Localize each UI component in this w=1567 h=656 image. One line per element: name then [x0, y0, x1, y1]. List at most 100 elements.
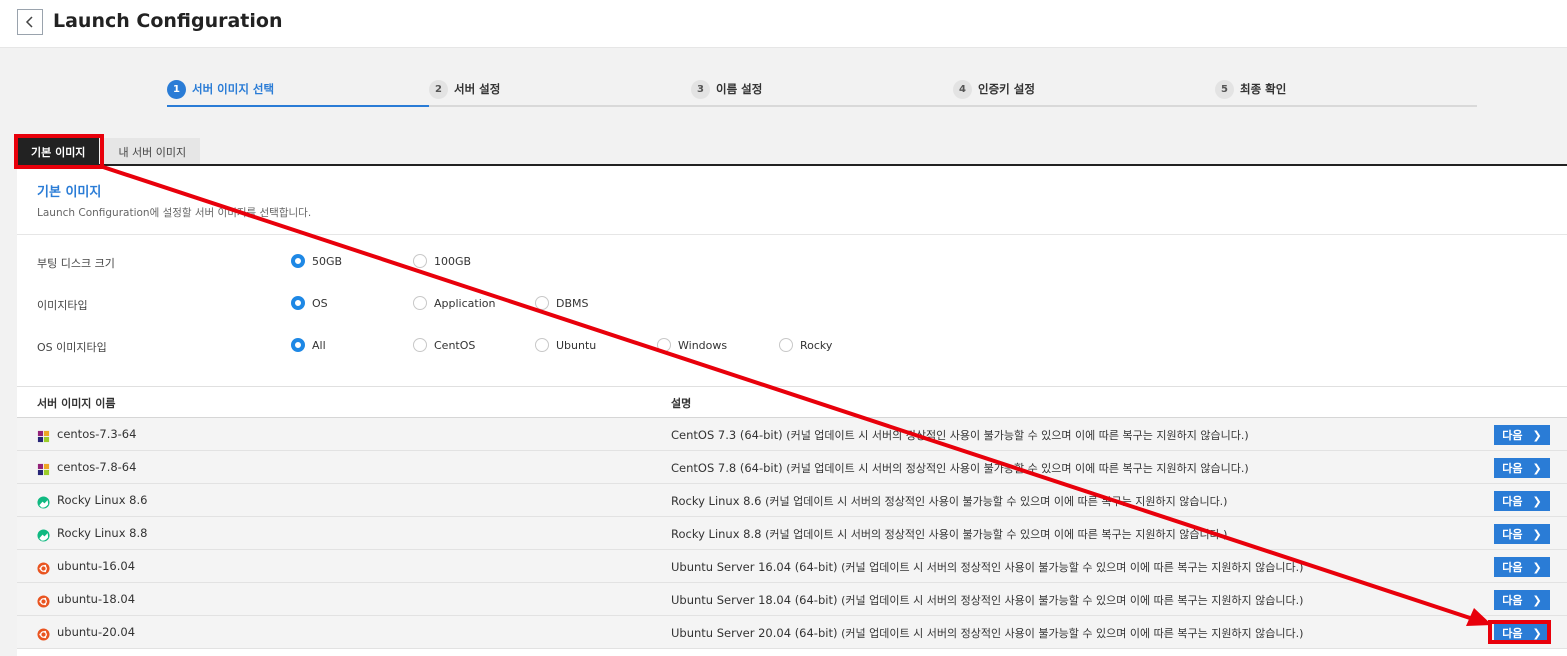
image-description: Rocky Linux 8.6 (커널 업데이트 시 서버의 정상적인 사용이 … [671, 493, 1227, 509]
next-button-label: 다음 [1502, 462, 1523, 475]
step-label: 이름 설정 [716, 82, 763, 96]
image-description: Rocky Linux 8.8 (커널 업데이트 시 서버의 정상적인 사용이 … [671, 526, 1227, 542]
image-description: CentOS 7.8 (64-bit) (커널 업데이트 시 서버의 정상적인 … [671, 460, 1249, 476]
radio-label: All [312, 338, 326, 352]
next-button[interactable]: 다음 ❯ [1494, 557, 1550, 577]
image-name: ubuntu-16.04 [57, 559, 136, 573]
centos-icon [37, 428, 50, 443]
radio-indicator [413, 296, 427, 310]
image-description-note: (커널 업데이트 시 서버의 정상적인 사용이 불가능할 수 있으며 이에 따른… [841, 594, 1304, 607]
radio-rocky[interactable]: Rocky [779, 338, 832, 352]
step-3[interactable]: 3 이름 설정 [691, 78, 762, 100]
next-button[interactable]: 다음 ❯ [1494, 425, 1550, 445]
radio-os[interactable]: OS [291, 296, 328, 310]
radio-all[interactable]: All [291, 338, 326, 352]
step-number: 1 [167, 79, 186, 99]
radio-label: DBMS [556, 296, 589, 310]
image-description-note: (커널 업데이트 시 서버의 정상적인 사용이 불가능할 수 있으며 이에 따른… [841, 561, 1304, 574]
radio-label: Application [434, 296, 496, 310]
chevron-left-icon [25, 16, 33, 28]
step-label: 인증키 설정 [978, 82, 1035, 96]
image-panel: 기본 이미지 Launch Configuration에 설정할 서버 이미지를… [17, 166, 1567, 656]
table-row: Rocky Linux 8.6 Rocky Linux 8.6 (커널 업데이트 … [17, 484, 1567, 517]
image-type-row: 이미지타입 OS Application DBMS [17, 294, 1567, 314]
step-label: 최종 확인 [1240, 82, 1287, 96]
radio-application[interactable]: Application [413, 296, 495, 310]
radio-label: Rocky [800, 338, 833, 352]
radio-windows[interactable]: Windows [657, 338, 727, 352]
image-description-note: (커널 업데이트 시 서버의 정상적인 사용이 불가능할 수 있으며 이에 따른… [841, 627, 1304, 640]
chevron-right-icon: ❯ [1532, 428, 1542, 442]
page-header: Launch Configuration [0, 0, 1567, 48]
next-button[interactable]: 다음 ❯ [1494, 590, 1550, 610]
radio-label: Windows [678, 338, 728, 352]
radio-100gb[interactable]: 100GB [413, 254, 471, 268]
table-row: ubuntu-16.04 Ubuntu Server 16.04 (64-bit)… [17, 550, 1567, 583]
image-description-main: Ubuntu Server 16.04 (64-bit) [671, 560, 838, 574]
chevron-right-icon: ❯ [1532, 593, 1542, 607]
radio-ubuntu[interactable]: Ubuntu [535, 338, 596, 352]
radio-indicator [413, 254, 427, 268]
radio-centos[interactable]: CentOS [413, 338, 475, 352]
centos-icon [37, 461, 50, 476]
image-description: Ubuntu Server 16.04 (64-bit) (커널 업데이트 시 … [671, 559, 1303, 575]
image-description: Ubuntu Server 20.04 (64-bit) (커널 업데이트 시 … [671, 625, 1303, 641]
chevron-right-icon: ❯ [1532, 461, 1542, 475]
next-button[interactable]: 다음 ❯ [1494, 491, 1550, 511]
image-description-note: (커널 업데이트 시 서버의 정상적인 사용이 불가능할 수 있으며 이에 따른… [786, 429, 1249, 442]
image-description-note: (커널 업데이트 시 서버의 정상적인 사용이 불가능할 수 있으며 이에 따른… [765, 495, 1228, 508]
image-description-note: (커널 업데이트 시 서버의 정상적인 사용이 불가능할 수 있으며 이에 따른… [786, 462, 1249, 475]
table-row: centos-7.8-64 CentOS 7.8 (64-bit) (커널 업데이… [17, 451, 1567, 484]
image-tabs: 기본 이미지 내 서버 이미지 [17, 138, 205, 165]
next-button[interactable]: 다음 ❯ [1494, 524, 1550, 544]
image-description-main: Ubuntu Server 18.04 (64-bit) [671, 593, 838, 607]
radio-label: OS [312, 296, 328, 310]
os-image-type-row: OS 이미지타입 All CentOS Ubuntu Windows Rocky [17, 336, 1567, 356]
next-button-label: 다음 [1502, 495, 1523, 508]
next-button[interactable]: 다음 ❯ [1494, 623, 1550, 643]
section-description: Launch Configuration에 설정할 서버 이미지를 선택합니다. [37, 207, 312, 219]
radio-label: Ubuntu [556, 338, 597, 352]
next-button-label: 다음 [1502, 627, 1523, 640]
os-image-type-label: OS 이미지타입 [37, 341, 107, 354]
tab-my-server-image[interactable]: 내 서버 이미지 [104, 138, 201, 165]
step-1[interactable]: 1 서버 이미지 선택 [167, 78, 274, 100]
next-button-label: 다음 [1502, 528, 1523, 541]
chevron-right-icon: ❯ [1532, 560, 1542, 574]
tab-default-image[interactable]: 기본 이미지 [17, 138, 100, 165]
step-5[interactable]: 5 최종 확인 [1215, 78, 1286, 100]
rocky-icon [37, 494, 50, 509]
ubuntu-icon [37, 560, 50, 575]
next-button-label: 다음 [1502, 594, 1523, 607]
image-description: CentOS 7.3 (64-bit) (커널 업데이트 시 서버의 정상적인 … [671, 427, 1249, 443]
chevron-right-icon: ❯ [1532, 626, 1542, 640]
image-name: ubuntu-20.04 [57, 625, 136, 639]
page-title: Launch Configuration [53, 10, 283, 32]
radio-label: 100GB [434, 254, 472, 268]
stepper: 1 서버 이미지 선택 2 서버 설정 3 이름 설정 4 인증키 설정 5 최… [167, 78, 1477, 108]
divider [17, 386, 1567, 387]
step-number: 3 [691, 79, 710, 99]
radio-50gb[interactable]: 50GB [291, 254, 342, 268]
radio-indicator [291, 338, 305, 352]
image-description: Ubuntu Server 18.04 (64-bit) (커널 업데이트 시 … [671, 592, 1303, 608]
back-button[interactable] [17, 9, 43, 35]
image-description-main: Rocky Linux 8.6 [671, 494, 762, 508]
column-header-description: 설명 [671, 397, 692, 410]
step-label: 서버 이미지 선택 [192, 82, 275, 96]
step-2[interactable]: 2 서버 설정 [429, 78, 500, 100]
chevron-right-icon: ❯ [1532, 527, 1542, 541]
image-name: centos-7.8-64 [57, 460, 137, 474]
radio-dbms[interactable]: DBMS [535, 296, 589, 310]
rocky-icon [37, 527, 50, 542]
step-4[interactable]: 4 인증키 설정 [953, 78, 1035, 100]
step-number: 5 [1215, 79, 1234, 99]
divider [17, 234, 1567, 235]
image-name: Rocky Linux 8.8 [57, 526, 148, 540]
table-row: ubuntu-18.04 Ubuntu Server 18.04 (64-bit)… [17, 583, 1567, 616]
column-header-name: 서버 이미지 이름 [37, 397, 116, 410]
image-description-main: CentOS 7.8 (64-bit) [671, 461, 783, 475]
next-button[interactable]: 다음 ❯ [1494, 458, 1550, 478]
image-description-main: CentOS 7.3 (64-bit) [671, 428, 783, 442]
boot-disk-label: 부팅 디스크 크기 [37, 257, 115, 270]
